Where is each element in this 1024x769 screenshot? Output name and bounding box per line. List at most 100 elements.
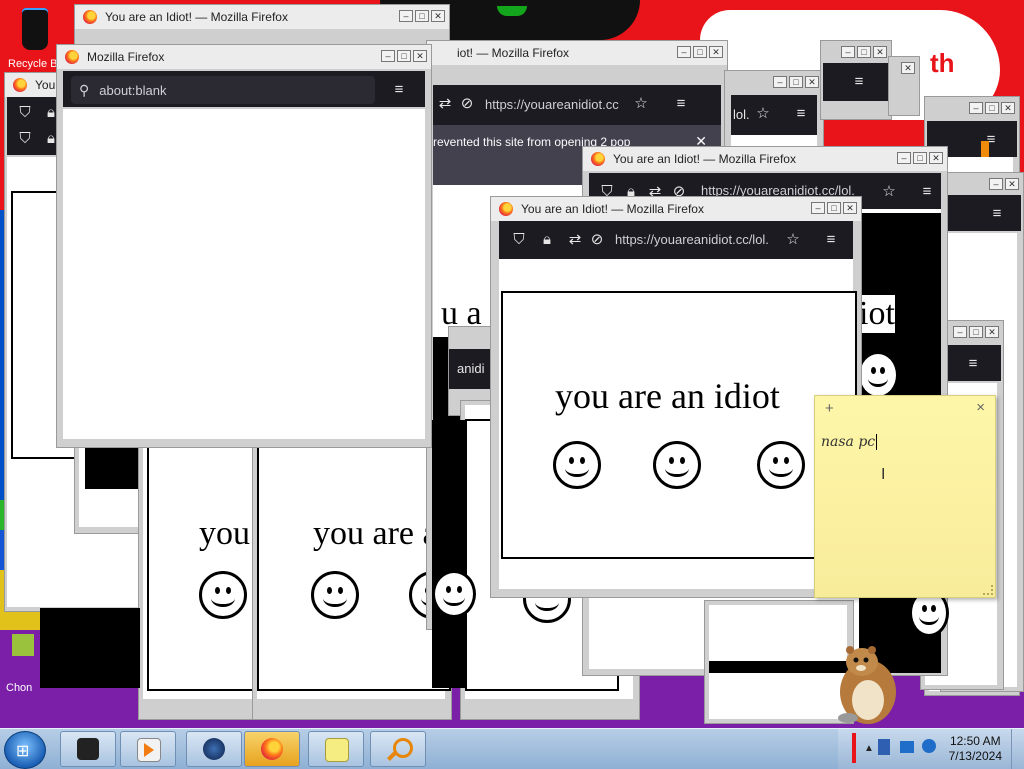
- bookmark-star-icon[interactable]: ☆: [631, 94, 651, 114]
- close-note-button[interactable]: ×: [976, 399, 985, 416]
- minimize-button[interactable]: –: [399, 10, 413, 22]
- desktop-icon-recycle-bin[interactable]: Recycle B: [4, 4, 64, 70]
- minimize-button[interactable]: –: [953, 326, 967, 338]
- close-button[interactable]: ✕: [431, 10, 445, 22]
- idiot-window-right-3[interactable]: ✕: [888, 56, 920, 116]
- shield-icon[interactable]: ⛉: [15, 129, 35, 149]
- taskbar-button-globe[interactable]: [186, 731, 242, 767]
- bookmark-star-icon[interactable]: ☆: [753, 104, 773, 124]
- taskbar-button-sticky-notes[interactable]: [308, 731, 364, 767]
- lock-icon[interactable]: 🔒︎: [537, 230, 557, 250]
- menu-icon[interactable]: ≡: [987, 204, 1007, 224]
- maximize-button[interactable]: □: [397, 50, 411, 62]
- sticky-note[interactable]: + × nasa pc I: [814, 395, 996, 598]
- network-icon[interactable]: [878, 739, 890, 755]
- close-button[interactable]: ✕: [709, 46, 723, 58]
- minimize-button[interactable]: –: [897, 152, 911, 164]
- taskbar-button-search[interactable]: [370, 731, 426, 767]
- tracking-blocked-icon[interactable]: ⊘: [457, 94, 477, 114]
- blank-firefox-window[interactable]: Mozilla Firefox – □ ✕ ⚲ about:blank ≡: [56, 44, 432, 448]
- idiot-window-low-1[interactable]: you: [138, 400, 268, 720]
- close-button[interactable]: ✕: [413, 50, 427, 62]
- idiot-window-right-2[interactable]: – □ ✕ ≡: [820, 40, 892, 120]
- minimize-button[interactable]: –: [989, 178, 1003, 190]
- window-titlebar[interactable]: You are an Idiot! — Mozilla Firefox: [583, 147, 947, 171]
- add-note-button[interactable]: +: [825, 400, 834, 417]
- minimize-button[interactable]: –: [841, 46, 855, 58]
- close-button[interactable]: ✕: [1005, 178, 1019, 190]
- maximize-button[interactable]: □: [857, 46, 871, 58]
- desktop-icon-chrome[interactable]: Chon: [2, 632, 42, 694]
- permissions-icon[interactable]: ⇄: [435, 94, 455, 114]
- taskbar: ⊞ ▲ 12:50 AM 7/13/2024: [0, 728, 1024, 769]
- shield-icon[interactable]: ⛉: [15, 103, 35, 123]
- menu-icon[interactable]: ≡: [821, 230, 841, 250]
- firefox-logo-icon: [591, 152, 605, 166]
- close-button[interactable]: ✕: [843, 202, 857, 214]
- front-idiot-window[interactable]: You are an Idiot! — Mozilla Firefox – □ …: [490, 196, 862, 598]
- permissions-icon[interactable]: ⇄: [565, 230, 585, 250]
- resize-grip-icon[interactable]: [983, 585, 993, 595]
- url-text[interactable]: https://youareanidiot.cc/lol.: [615, 232, 781, 247]
- maximize-button[interactable]: □: [415, 10, 429, 22]
- tracking-blocked-icon[interactable]: ⊘: [587, 230, 607, 250]
- window-titlebar[interactable]: You are an Idiot! — Mozilla Firefox: [491, 197, 861, 221]
- url-text[interactable]: anidi: [457, 361, 484, 376]
- idiot-text: you are an idiot: [555, 376, 780, 416]
- show-desktop-button[interactable]: [1011, 729, 1024, 769]
- minimize-button[interactable]: –: [969, 102, 983, 114]
- taskbar-button-media-player[interactable]: [120, 731, 176, 767]
- maximize-button[interactable]: □: [985, 102, 999, 114]
- maximize-button[interactable]: □: [913, 152, 927, 164]
- recycle-bin-label: Recycle B: [8, 58, 58, 70]
- maximize-button[interactable]: □: [693, 46, 707, 58]
- window-titlebar[interactable]: Mozilla Firefox: [57, 45, 431, 69]
- close-button[interactable]: ✕: [901, 62, 915, 74]
- maximize-button[interactable]: □: [969, 326, 983, 338]
- minimize-button[interactable]: –: [677, 46, 691, 58]
- menu-icon[interactable]: ≡: [849, 72, 869, 92]
- close-button[interactable]: ✕: [929, 152, 943, 164]
- close-button[interactable]: ✕: [1001, 102, 1015, 114]
- firefox-logo-icon: [83, 10, 97, 24]
- menu-icon[interactable]: ≡: [963, 354, 983, 374]
- firefox-toolbar: ⇄ ⊘ https://youareanidiot.cc ☆ ≡: [433, 85, 721, 125]
- clock[interactable]: 12:50 AM 7/13/2024: [949, 734, 1002, 764]
- menu-icon[interactable]: ≡: [389, 80, 409, 100]
- window-titlebar[interactable]: You are an Idiot! — Mozilla Firefox: [75, 5, 449, 29]
- menu-icon[interactable]: ≡: [671, 94, 691, 114]
- idiot-window-low-2[interactable]: you are an: [252, 400, 457, 720]
- minimize-button[interactable]: –: [773, 76, 787, 88]
- maximize-button[interactable]: □: [827, 202, 841, 214]
- minimize-button[interactable]: –: [811, 202, 825, 214]
- taskbar-button-terminal[interactable]: [60, 731, 116, 767]
- url-text[interactable]: lol.: [733, 107, 750, 122]
- minimize-button[interactable]: –: [381, 50, 395, 62]
- firefox-icon: [261, 738, 283, 760]
- sticky-note-content: nasa pc: [821, 434, 876, 450]
- volume-icon[interactable]: [922, 739, 936, 753]
- close-button[interactable]: ✕: [985, 326, 999, 338]
- bookmark-star-icon[interactable]: ☆: [783, 230, 803, 250]
- url-text[interactable]: https://youareanidiot.cc: [485, 97, 619, 112]
- sticky-note-header[interactable]: + ×: [815, 396, 995, 422]
- window-controls: – □ ✕: [811, 202, 857, 214]
- close-button[interactable]: ✕: [805, 76, 819, 88]
- shield-icon[interactable]: ⛉: [509, 230, 529, 250]
- maximize-button[interactable]: □: [789, 76, 803, 88]
- menu-icon[interactable]: ≡: [791, 104, 811, 124]
- url-bar[interactable]: ⚲ about:blank: [71, 76, 375, 104]
- firefox-logo-icon: [499, 202, 513, 216]
- taskbar-button-firefox[interactable]: [244, 731, 300, 767]
- menu-icon[interactable]: ≡: [917, 182, 937, 202]
- start-button[interactable]: ⊞: [4, 731, 46, 769]
- bookmark-star-icon[interactable]: ☆: [879, 182, 899, 202]
- firefox-toolbar: ≡: [943, 195, 1021, 231]
- sticky-note-text[interactable]: nasa pc: [821, 434, 878, 450]
- i-beam-cursor-icon: I: [881, 466, 886, 483]
- close-button[interactable]: ✕: [873, 46, 887, 58]
- monitor-icon[interactable]: [900, 741, 914, 753]
- idiot-frame: you: [147, 415, 265, 691]
- firefox-logo-icon: [13, 78, 27, 92]
- show-hidden-icons-icon[interactable]: ▲: [864, 743, 874, 754]
